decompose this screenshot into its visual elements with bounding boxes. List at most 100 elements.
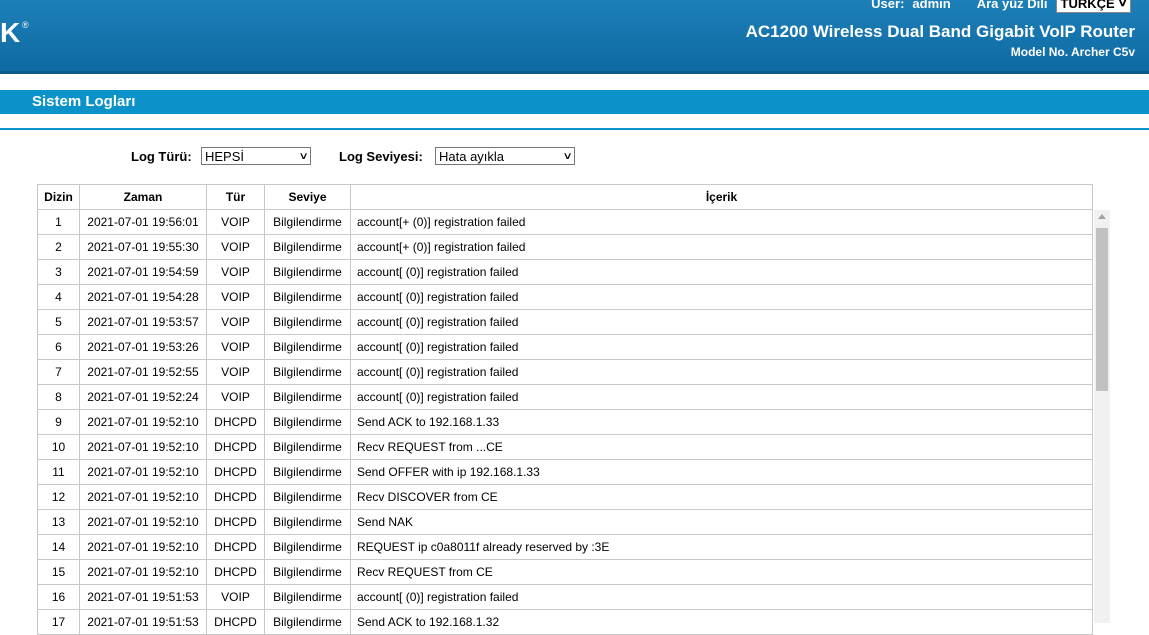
log-filters: Log Türü: HEPSİ ∨ Log Seviyesi: Hata ayı…: [0, 147, 1149, 167]
cell-index: 3: [37, 259, 80, 285]
cell-level: Bilgilendirme: [264, 309, 351, 335]
cell-level: Bilgilendirme: [264, 384, 351, 410]
cell-time: 2021-07-01 19:54:59: [79, 259, 207, 285]
cell-level: Bilgilendirme: [264, 484, 351, 510]
column-header-type: Tür: [206, 184, 265, 210]
cell-type: VOIP: [206, 259, 265, 285]
log-level-label: Log Seviyesi:: [339, 149, 423, 164]
cell-time: 2021-07-01 19:53:57: [79, 309, 207, 335]
cell-index: 12: [37, 484, 80, 510]
page-title-bar: Sistem Logları: [0, 90, 1149, 114]
cell-time: 2021-07-01 19:52:10: [79, 534, 207, 560]
column-header-time: Zaman: [79, 184, 207, 210]
cell-level: Bilgilendirme: [264, 534, 351, 560]
log-table: Dizin Zaman Tür Seviye İçerik 1 2021-07-0…: [37, 184, 1093, 635]
cell-type: VOIP: [206, 334, 265, 360]
cell-type: VOIP: [206, 284, 265, 310]
cell-index: 17: [37, 609, 80, 635]
cell-time: 2021-07-01 19:52:10: [79, 434, 207, 460]
cell-type: DHCPD: [206, 509, 265, 535]
cell-type: VOIP: [206, 584, 265, 610]
cell-content: account[+ (0)] registration failed: [350, 234, 1093, 260]
cell-content: account[ (0)] registration failed: [350, 259, 1093, 285]
table-row: 4 2021-07-01 19:54:28 VOIP Bilgilendirme acc…: [37, 284, 1093, 310]
cell-content: account[ (0)] registration failed: [350, 584, 1093, 610]
cell-type: DHCPD: [206, 459, 265, 485]
page-title: Sistem Logları: [32, 93, 136, 110]
chevron-down-icon: ∨: [562, 150, 573, 162]
cell-type: DHCPD: [206, 434, 265, 460]
cell-type: DHCPD: [206, 484, 265, 510]
registered-mark: ®: [22, 20, 29, 30]
table-row: 16 2021-07-01 19:51:53 VOIP Bilgilendirme ac…: [37, 584, 1093, 610]
table-row: 14 2021-07-01 19:52:10 DHCPD Bilgilendirme R…: [37, 534, 1093, 560]
language-label: Ara yüz Dili: [976, 0, 1048, 11]
scrollbar-thumb[interactable]: [1096, 228, 1108, 391]
model-number: Model No. Archer C5v: [1010, 45, 1135, 59]
cell-time: 2021-07-01 19:52:10: [79, 484, 207, 510]
header-bar: K ® User: admin Ara yüz Dili TÜRKÇE ∨ AC…: [0, 0, 1149, 74]
table-row: 2 2021-07-01 19:55:30 VOIP Bilgilendirme acc…: [37, 234, 1093, 260]
cell-level: Bilgilendirme: [264, 284, 351, 310]
brand-logo: K: [0, 17, 21, 48]
cell-content: Recv REQUEST from ...CE: [350, 434, 1093, 460]
cell-time: 2021-07-01 19:52:10: [79, 509, 207, 535]
log-table-body: 1 2021-07-01 19:56:01 VOIP Bilgilendirme acc…: [37, 209, 1093, 635]
cell-content: account[ (0)] registration failed: [350, 309, 1093, 335]
table-row: 7 2021-07-01 19:52:55 VOIP Bilgilendirme acc…: [37, 359, 1093, 385]
table-row: 11 2021-07-01 19:52:10 DHCPD Bilgilendirme S…: [37, 459, 1093, 485]
cell-time: 2021-07-01 19:54:28: [79, 284, 207, 310]
cell-content: Send ACK to 192.168.1.32: [350, 609, 1093, 635]
cell-content: account[ (0)] registration failed: [350, 359, 1093, 385]
cell-level: Bilgilendirme: [264, 609, 351, 635]
cell-time: 2021-07-01 19:52:10: [79, 459, 207, 485]
table-row: 12 2021-07-01 19:52:10 DHCPD Bilgilendirme R…: [37, 484, 1093, 510]
product-title: AC1200 Wireless Dual Band Gigabit VoIP R…: [745, 22, 1135, 41]
column-header-content: İçerik: [350, 184, 1093, 210]
cell-type: VOIP: [206, 309, 265, 335]
cell-index: 7: [37, 359, 80, 385]
cell-type: VOIP: [206, 234, 265, 260]
cell-type: DHCPD: [206, 534, 265, 560]
cell-index: 13: [37, 509, 80, 535]
table-row: 17 2021-07-01 19:51:53 DHCPD Bilgilendirme S…: [37, 609, 1093, 635]
cell-time: 2021-07-01 19:53:26: [79, 334, 207, 360]
table-row: 15 2021-07-01 19:52:10 DHCPD Bilgilendirme R…: [37, 559, 1093, 585]
cell-time: 2021-07-01 19:55:30: [79, 234, 207, 260]
cell-index: 1: [37, 209, 80, 235]
cell-index: 16: [37, 584, 80, 610]
table-row: 5 2021-07-01 19:53:57 VOIP Bilgilendirme acc…: [37, 309, 1093, 335]
language-select[interactable]: TÜRKÇE ∨: [1055, 0, 1131, 13]
cell-content: account[ (0)] registration failed: [350, 334, 1093, 360]
scrollbar[interactable]: [1094, 210, 1110, 623]
cell-content: Send ACK to 192.168.1.33: [350, 409, 1093, 435]
log-type-label: Log Türü:: [131, 149, 192, 164]
cell-time: 2021-07-01 19:56:01: [79, 209, 207, 235]
cell-type: VOIP: [206, 384, 265, 410]
cell-content: Send NAK: [350, 509, 1093, 535]
cell-content: Recv DISCOVER from CE: [350, 484, 1093, 510]
log-level-value: Hata ayıkla: [439, 148, 505, 164]
divider: [0, 128, 1149, 130]
cell-content: Send OFFER with ip 192.168.1.33: [350, 459, 1093, 485]
chevron-down-icon: ∨: [1117, 0, 1128, 9]
cell-time: 2021-07-01 19:52:10: [79, 409, 207, 435]
cell-content: account[+ (0)] registration failed: [350, 209, 1093, 235]
cell-level: Bilgilendirme: [264, 559, 351, 585]
cell-index: 15: [37, 559, 80, 585]
cell-type: DHCPD: [206, 409, 265, 435]
cell-level: Bilgilendirme: [264, 434, 351, 460]
cell-time: 2021-07-01 19:52:55: [79, 359, 207, 385]
cell-index: 2: [37, 234, 80, 260]
cell-index: 5: [37, 309, 80, 335]
scroll-up-arrow-icon[interactable]: [1098, 214, 1106, 219]
cell-level: Bilgilendirme: [264, 209, 351, 235]
cell-level: Bilgilendirme: [264, 584, 351, 610]
log-type-select[interactable]: HEPSİ ∨: [201, 147, 311, 165]
log-level-select[interactable]: Hata ayıkla ∨: [435, 147, 575, 165]
language-value: TÜRKÇE: [1060, 0, 1115, 11]
cell-index: 4: [37, 284, 80, 310]
cell-time: 2021-07-01 19:52:24: [79, 384, 207, 410]
table-header-row: Dizin Zaman Tür Seviye İçerik: [37, 184, 1093, 210]
cell-level: Bilgilendirme: [264, 409, 351, 435]
